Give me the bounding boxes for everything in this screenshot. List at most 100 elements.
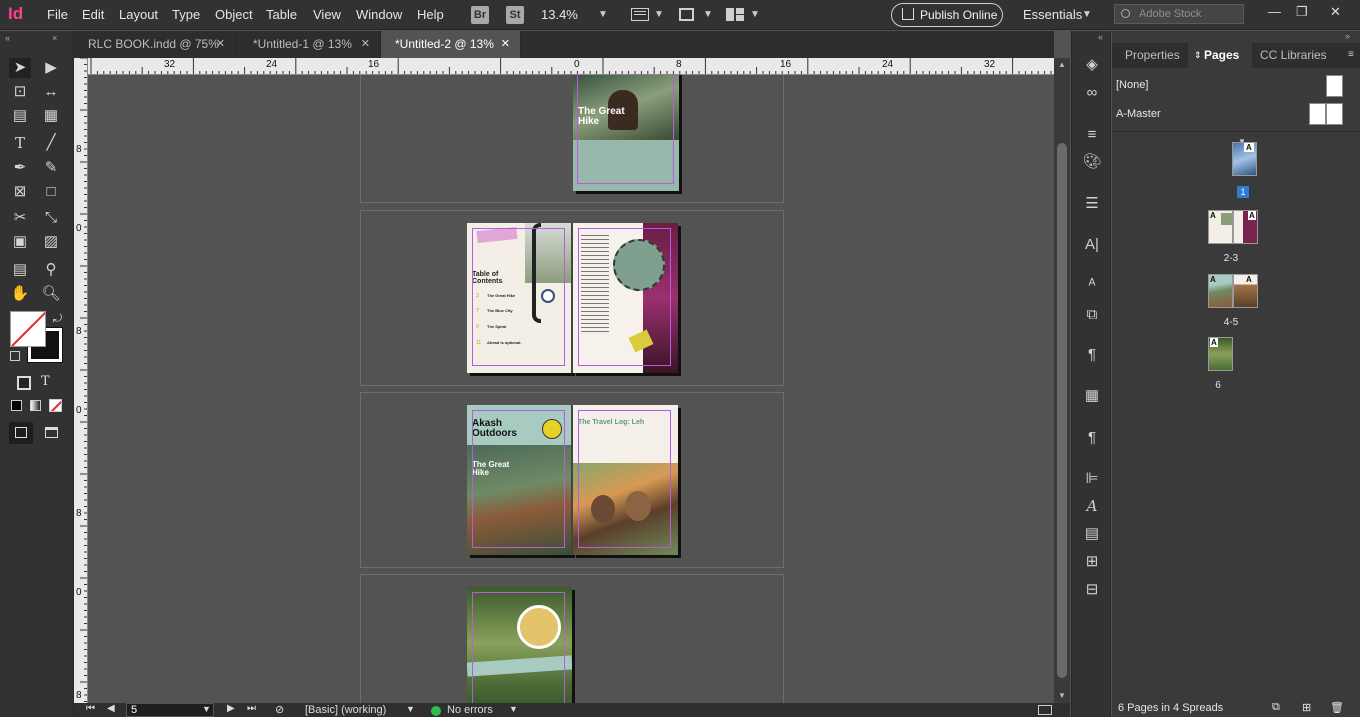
vertical-ruler[interactable]: 8 0 8 0 8 0 8 bbox=[74, 58, 88, 703]
master-a-left-thumbnail[interactable] bbox=[1309, 103, 1326, 125]
chevron-down-icon[interactable]: ▼ bbox=[406, 704, 415, 714]
stroke-icon[interactable]: ≡ bbox=[1082, 125, 1102, 145]
rectangle-frame-tool-icon[interactable]: ⊠ bbox=[9, 182, 31, 202]
glyphs-icon[interactable]: A bbox=[1082, 496, 1102, 516]
page-label[interactable]: 2-3 bbox=[1216, 253, 1246, 264]
line-tool-icon[interactable]: ╱ bbox=[40, 133, 62, 153]
menu-object[interactable]: Object bbox=[215, 7, 253, 22]
tab-properties[interactable]: Properties bbox=[1125, 43, 1195, 68]
chevron-down-icon[interactable]: ▼ bbox=[703, 9, 713, 20]
page-3[interactable] bbox=[573, 223, 678, 373]
hand-tool-icon[interactable]: ✋ bbox=[9, 284, 31, 304]
master-none-thumbnail[interactable] bbox=[1326, 75, 1343, 97]
page-thumbnail-3[interactable]: A bbox=[1233, 210, 1258, 244]
table-icon[interactable]: ▤ bbox=[1082, 524, 1102, 544]
pencil-tool-icon[interactable]: ✎ bbox=[40, 158, 62, 178]
page-label[interactable]: 6 bbox=[1208, 380, 1228, 391]
layers-icon[interactable]: ◈ bbox=[1082, 55, 1102, 75]
vertical-scrollbar[interactable]: ▲ ▼ bbox=[1054, 58, 1070, 703]
eyedropper-tool-icon[interactable]: ⚲ bbox=[40, 260, 62, 280]
document-canvas[interactable]: The Great Hike Table of Contents 3 The G… bbox=[88, 75, 1054, 703]
menu-type[interactable]: Type bbox=[172, 7, 200, 22]
master-none[interactable]: [None] bbox=[1116, 79, 1148, 91]
page-2[interactable]: Table of Contents 3 The Great Hike 7 The… bbox=[467, 223, 572, 373]
publish-online-button[interactable]: Publish Online bbox=[891, 3, 1003, 27]
adobe-stock-search-input[interactable]: Adobe Stock bbox=[1114, 4, 1244, 24]
bridge-button[interactable]: Br bbox=[471, 6, 489, 24]
document-tab-active[interactable]: *Untitled-2 @ 13% ✕ bbox=[381, 31, 521, 58]
preflight-profile[interactable]: [Basic] (working) bbox=[305, 704, 386, 716]
chevron-down-icon[interactable]: ▼ bbox=[509, 704, 518, 714]
swatches-icon[interactable]: 🎨︎ bbox=[1082, 152, 1102, 172]
next-spread-icon[interactable]: ▶ bbox=[227, 703, 235, 714]
note-tool-icon[interactable]: ▤ bbox=[9, 260, 31, 280]
chevron-down-icon[interactable]: ▼ bbox=[202, 704, 211, 714]
content-placer-icon[interactable]: ▦ bbox=[40, 106, 62, 126]
split-window-icon[interactable] bbox=[1038, 705, 1052, 715]
table-of-contents-styles-icon[interactable]: ⊟ bbox=[1082, 580, 1102, 600]
close-icon[interactable]: ✕ bbox=[1330, 4, 1341, 20]
paragraph-icon[interactable]: ¶ bbox=[1082, 428, 1102, 448]
zoom-tool-icon[interactable]: 🔍︎ bbox=[40, 284, 62, 304]
collapse-panel-icon[interactable]: » bbox=[1345, 31, 1350, 41]
edit-page-size-icon[interactable]: ⧉ bbox=[1272, 701, 1280, 714]
gradient-swatch-tool-icon[interactable]: ▣ bbox=[9, 232, 31, 252]
page-tool-icon[interactable]: ⊡ bbox=[9, 82, 31, 102]
restore-icon[interactable]: ❐ bbox=[1296, 4, 1308, 20]
page-4[interactable]: Akash Outdoors The Great Hike bbox=[467, 405, 572, 555]
tab-pages[interactable]: ⇕ Pages bbox=[1188, 43, 1252, 68]
delete-page-icon[interactable]: 🗑︎ bbox=[1330, 701, 1344, 714]
cell-styles-icon[interactable]: ⊞ bbox=[1082, 552, 1102, 572]
previous-spread-icon[interactable]: ◀ bbox=[107, 703, 115, 714]
menu-view[interactable]: View bbox=[313, 7, 341, 22]
gap-tool-icon[interactable]: ↔ bbox=[40, 82, 62, 102]
screen-mode-icon[interactable] bbox=[679, 8, 694, 21]
first-spread-icon[interactable]: ⏮ bbox=[86, 703, 95, 714]
menu-layout[interactable]: Layout bbox=[119, 7, 158, 22]
rectangle-tool-icon[interactable]: □ bbox=[40, 182, 62, 202]
pages-list[interactable]: ▼ A 1 A A 2-3 A A 4-5 A 6 bbox=[1112, 131, 1360, 701]
direct-selection-tool-icon[interactable]: ▶ bbox=[40, 58, 62, 78]
chevron-down-icon[interactable]: ▼ bbox=[1082, 9, 1092, 20]
page-thumbnail-4[interactable]: A bbox=[1208, 274, 1233, 308]
type-tool-icon[interactable]: T bbox=[9, 133, 31, 153]
page-label-selected[interactable]: 1 bbox=[1237, 186, 1249, 198]
preflight-status[interactable]: No errors bbox=[447, 704, 493, 716]
swap-fill-stroke-icon[interactable]: ⤾ bbox=[53, 313, 62, 326]
character-styles-icon[interactable]: ᴬ bbox=[1082, 275, 1102, 295]
tab-cc-libraries[interactable]: CC Libraries bbox=[1260, 43, 1340, 68]
collapse-panel-icon[interactable]: × bbox=[52, 33, 57, 43]
document-tab[interactable]: RLC BOOK.indd @ 75% ✕ bbox=[74, 31, 236, 58]
document-tab[interactable]: *Untitled-1 @ 13% ✕ bbox=[239, 31, 381, 58]
scissors-tool-icon[interactable]: ✂ bbox=[9, 208, 31, 228]
links-icon[interactable]: ∞ bbox=[1082, 83, 1102, 103]
zoom-level[interactable]: 13.4% bbox=[541, 7, 578, 22]
character-icon[interactable]: A| bbox=[1082, 235, 1102, 255]
formatting-container-icon[interactable] bbox=[17, 376, 31, 390]
page-1[interactable]: The Great Hike bbox=[573, 75, 679, 191]
page-thumbnail-6[interactable]: A bbox=[1208, 337, 1233, 371]
page-5[interactable]: The Travel Log: Leh bbox=[573, 405, 678, 555]
text-wrap-icon[interactable]: ☰ bbox=[1082, 194, 1102, 214]
page-6[interactable] bbox=[467, 587, 572, 703]
open-preflight-icon[interactable]: ⊘ bbox=[275, 703, 284, 716]
close-tab-icon[interactable]: ✕ bbox=[216, 31, 225, 58]
normal-view-icon[interactable] bbox=[9, 422, 33, 444]
last-spread-icon[interactable]: ⏭ bbox=[247, 703, 256, 714]
pen-tool-icon[interactable]: ✒ bbox=[9, 158, 31, 178]
paragraph-styles-icon[interactable]: ¶ bbox=[1082, 345, 1102, 365]
master-a[interactable]: A-Master bbox=[1116, 108, 1161, 120]
default-fill-stroke-icon[interactable] bbox=[10, 351, 20, 361]
close-tab-icon[interactable]: ✕ bbox=[501, 31, 510, 58]
chevron-down-icon[interactable]: ▼ bbox=[654, 9, 664, 20]
apply-color-icon[interactable] bbox=[11, 400, 22, 411]
new-page-icon[interactable]: ⊞ bbox=[1302, 701, 1311, 714]
menu-help[interactable]: Help bbox=[417, 7, 444, 22]
object-styles-icon[interactable]: ⧉ bbox=[1082, 305, 1102, 325]
stock-button[interactable]: St bbox=[506, 6, 524, 24]
scroll-up-icon[interactable]: ▲ bbox=[1058, 60, 1066, 69]
menu-edit[interactable]: Edit bbox=[82, 7, 104, 22]
page-thumbnail-2[interactable]: A bbox=[1208, 210, 1233, 244]
menu-table[interactable]: Table bbox=[266, 7, 297, 22]
align-icon[interactable]: ⊫ bbox=[1082, 469, 1102, 489]
